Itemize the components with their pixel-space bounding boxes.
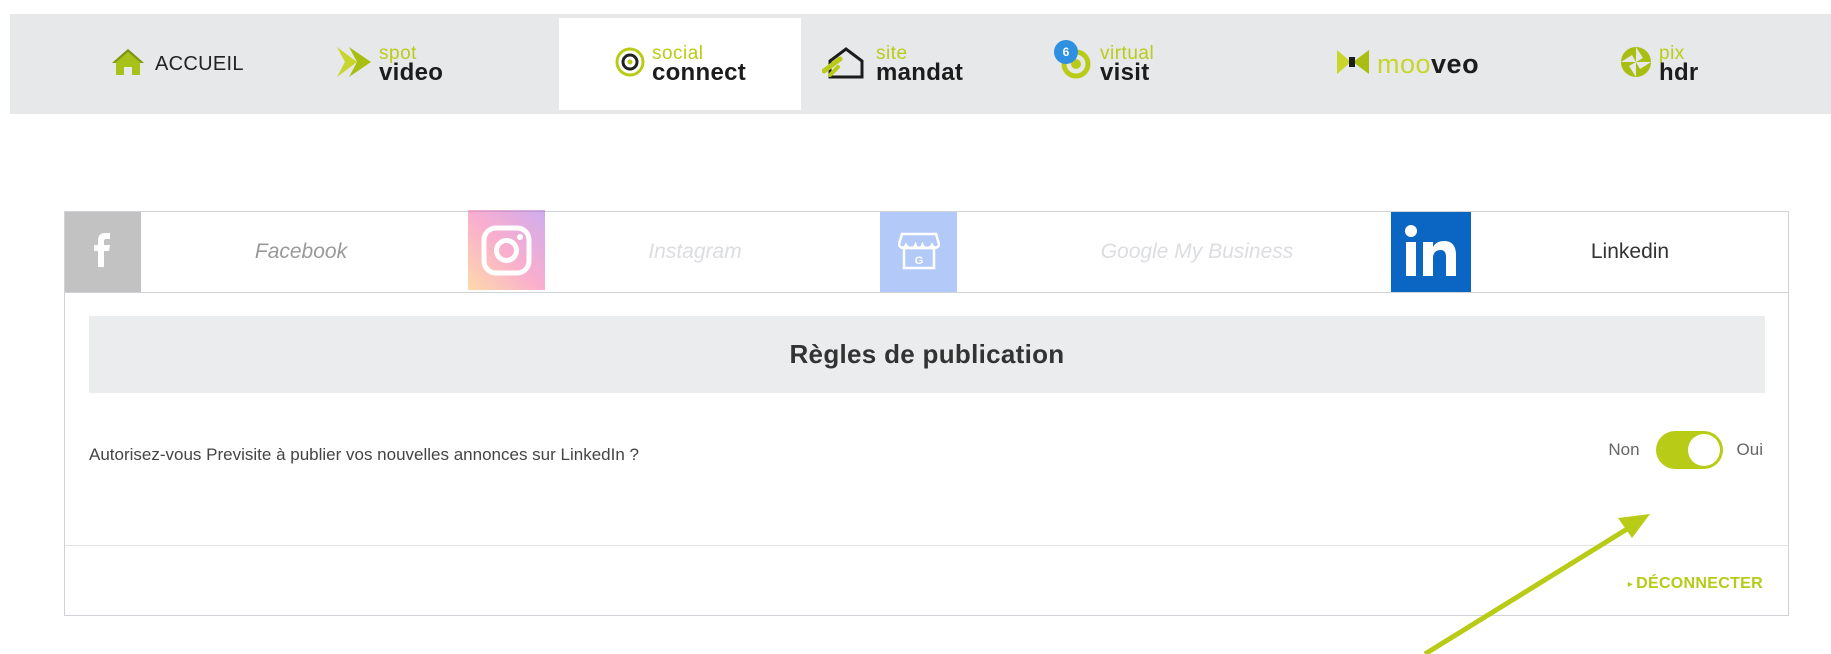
tab-gmb-icon[interactable]: G [880, 212, 957, 292]
rules-title: Règles de publication [789, 339, 1065, 369]
facebook-icon [94, 232, 112, 272]
tab-linkedin-label: Linkedin [1590, 240, 1670, 263]
publish-question: Autorisez-vous Previsite à publier vos n… [89, 445, 639, 464]
notification-badge: 6 [1054, 40, 1078, 64]
tab-facebook-icon[interactable] [65, 212, 141, 292]
toggle-knob [1687, 434, 1720, 466]
nav-social-connect[interactable]: social connect [559, 18, 801, 110]
rules-header: Règles de publication [89, 316, 1765, 393]
social-settings-panel: Facebook Instagram G Google My Business … [64, 209, 1789, 616]
tab-facebook[interactable]: Facebook [141, 212, 461, 292]
house-icon [821, 45, 870, 84]
mooveo-icon [1335, 47, 1371, 82]
aperture-icon [1619, 45, 1653, 84]
disconnect-link[interactable]: ▸ DÉCONNECTER [1628, 575, 1763, 593]
tab-instagram-label: Instagram [648, 240, 742, 263]
virtual-big: visit [1100, 58, 1150, 86]
play-chevrons-icon [335, 45, 373, 84]
nav-virtual-visit[interactable]: 6 virtual visit [1054, 14, 1154, 114]
social-big: connect [651, 58, 747, 86]
storefront-icon: G [897, 230, 940, 275]
caret-right-icon: ▸ [1627, 578, 1634, 590]
instagram-icon [468, 209, 545, 295]
nav-pix-hdr[interactable]: pix hdr [1619, 14, 1699, 114]
disconnect-label: DÉCONNECTER [1636, 575, 1763, 592]
tab-instagram-icon[interactable] [468, 209, 545, 295]
tab-gmb-label: Google My Business [1100, 240, 1294, 263]
nav-accueil-label: ACCUEIL [155, 52, 244, 75]
pix-big: hdr [1659, 58, 1699, 86]
home-icon [111, 47, 145, 82]
tab-instagram[interactable]: Instagram [545, 212, 845, 292]
tab-facebook-label: Facebook [254, 240, 348, 263]
mooveo-part2: veo [1431, 48, 1480, 79]
linkedin-icon [1402, 222, 1460, 283]
publish-toggle-group: Non Oui [1608, 431, 1763, 469]
spot-big: video [379, 58, 444, 86]
tab-linkedin[interactable]: Linkedin [1471, 212, 1789, 292]
nav-accueil[interactable]: ACCUEIL [111, 14, 244, 114]
toggle-on-label: Oui [1736, 440, 1763, 459]
tab-divider [65, 292, 1788, 293]
top-nav: ACCUEIL spot video social connect site m… [10, 14, 1831, 114]
toggle-off-label: Non [1608, 440, 1640, 459]
tab-google-my-business[interactable]: Google My Business [957, 212, 1437, 292]
footer-divider [65, 545, 1788, 546]
social-connect-icon [614, 46, 646, 83]
nav-spot-video[interactable]: spot video [335, 14, 443, 114]
network-tabs: Facebook Instagram G Google My Business … [65, 209, 1789, 295]
svg-text:G: G [914, 255, 923, 267]
site-big: mandat [876, 58, 964, 86]
publish-toggle-switch[interactable] [1655, 431, 1723, 469]
mooveo-part1: moo [1377, 48, 1432, 79]
nav-mooveo[interactable]: mooveo [1335, 14, 1479, 114]
nav-site-mandat[interactable]: site mandat [821, 14, 964, 114]
tab-linkedin-icon[interactable] [1391, 212, 1471, 292]
